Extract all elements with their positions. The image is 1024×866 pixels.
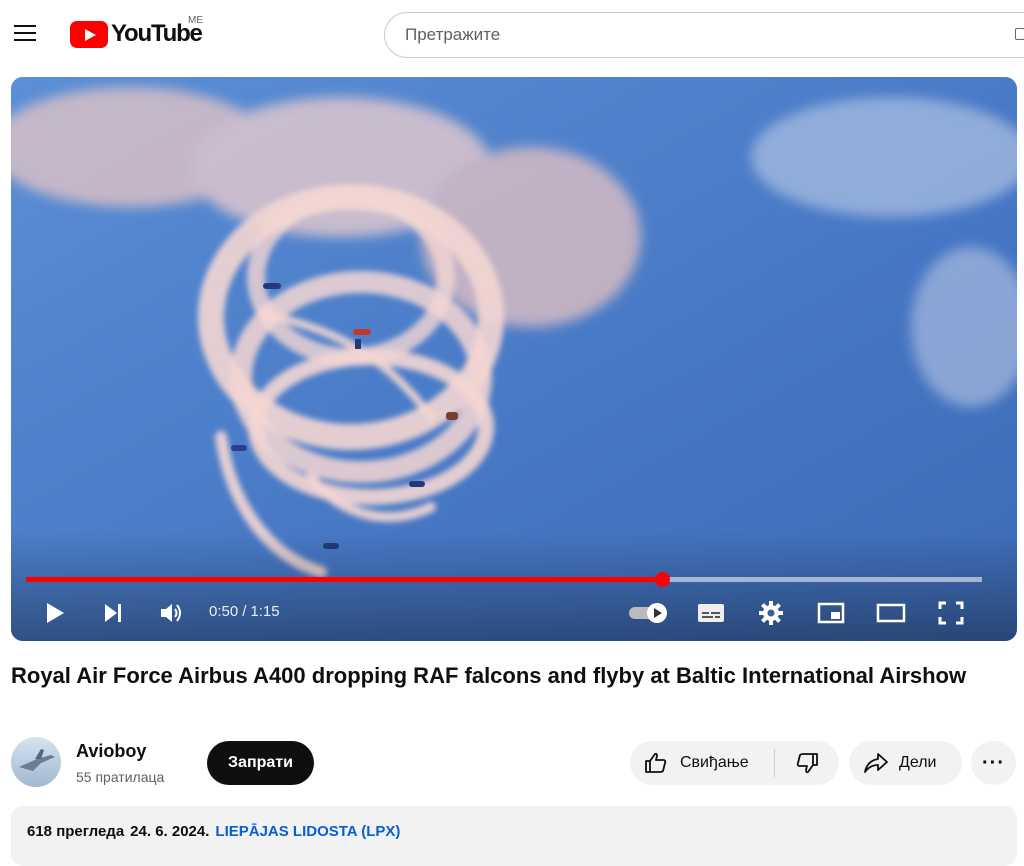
volume-button[interactable] bbox=[154, 595, 190, 631]
thumbs-up-icon bbox=[645, 752, 667, 773]
share-button[interactable]: Дели bbox=[849, 741, 962, 785]
miniplayer-icon bbox=[817, 602, 845, 624]
search-input[interactable] bbox=[405, 25, 965, 45]
fullscreen-button[interactable] bbox=[933, 595, 969, 631]
share-label: Дели bbox=[899, 754, 937, 771]
like-dislike-group: Свиђање bbox=[630, 741, 839, 785]
view-count: 618 прегледа bbox=[27, 823, 125, 840]
hamburger-icon-line bbox=[14, 39, 36, 41]
play-button[interactable] bbox=[37, 595, 73, 631]
like-label: Свиђање bbox=[680, 754, 749, 771]
subscribe-button[interactable]: Запрати bbox=[207, 741, 314, 785]
location-link[interactable]: LIEPĀJAS LIDOSTA (LPX) bbox=[215, 823, 400, 840]
upload-date: 24. 6. 2024. bbox=[130, 823, 210, 840]
scrubber-handle[interactable] bbox=[654, 572, 670, 587]
duration: 1:15 bbox=[250, 603, 280, 620]
next-icon bbox=[105, 604, 121, 622]
next-button[interactable] bbox=[95, 595, 131, 631]
time-display: 0:50/1:15 bbox=[209, 603, 280, 620]
current-time: 0:50 bbox=[209, 603, 239, 620]
subtitles-icon bbox=[698, 604, 724, 622]
airplane-icon bbox=[19, 749, 55, 771]
thumbs-down-icon bbox=[796, 753, 818, 774]
youtube-logo[interactable]: YouTube bbox=[70, 19, 203, 49]
channel-avatar[interactable] bbox=[11, 737, 61, 787]
region-code: ME bbox=[188, 15, 203, 26]
youtube-play-icon bbox=[70, 20, 108, 48]
search-box[interactable] bbox=[384, 12, 1024, 58]
hamburger-icon-line bbox=[14, 32, 36, 34]
volume-icon bbox=[161, 604, 181, 622]
autoplay-toggle[interactable] bbox=[625, 595, 673, 631]
fullscreen-icon bbox=[938, 601, 964, 625]
subtitles-button[interactable] bbox=[693, 595, 729, 631]
masthead: YouTube ME bbox=[0, 0, 1024, 70]
play-icon bbox=[47, 603, 64, 623]
theater-mode-button[interactable] bbox=[873, 595, 909, 631]
share-icon bbox=[864, 753, 888, 773]
more-actions-button[interactable]: ··· bbox=[971, 741, 1016, 785]
keyboard-icon[interactable] bbox=[1015, 28, 1024, 40]
video-player[interactable]: 0:50/1:15 bbox=[11, 77, 1017, 641]
more-horizontal-icon: ··· bbox=[982, 751, 1005, 774]
gear-icon bbox=[759, 601, 783, 625]
progress-played bbox=[26, 577, 662, 582]
progress-bar[interactable] bbox=[26, 572, 982, 587]
guide-menu-button[interactable] bbox=[12, 22, 40, 46]
theater-icon bbox=[876, 603, 906, 623]
owner-row: Avioboy 55 пратилаца Запрати Свиђање Дел… bbox=[11, 737, 1021, 789]
description-meta: 618 прегледа 24. 6. 2024. LIEPĀJAS LIDOSTA… bbox=[27, 823, 400, 840]
settings-button[interactable] bbox=[753, 595, 789, 631]
like-button[interactable]: Свиђање bbox=[630, 741, 773, 785]
description-box[interactable]: 618 прегледа 24. 6. 2024. LIEPĀJAS LIDOSTA… bbox=[11, 806, 1017, 866]
hamburger-icon bbox=[14, 25, 36, 27]
channel-name[interactable]: Avioboy bbox=[76, 741, 146, 762]
time-separator: / bbox=[242, 603, 247, 620]
subscriber-count: 55 пратилаца bbox=[76, 769, 165, 785]
autoplay-icon bbox=[629, 603, 667, 623]
miniplayer-button[interactable] bbox=[813, 595, 849, 631]
dislike-button[interactable] bbox=[775, 741, 839, 785]
video-title: Royal Air Force Airbus A400 dropping RAF… bbox=[11, 663, 967, 688]
